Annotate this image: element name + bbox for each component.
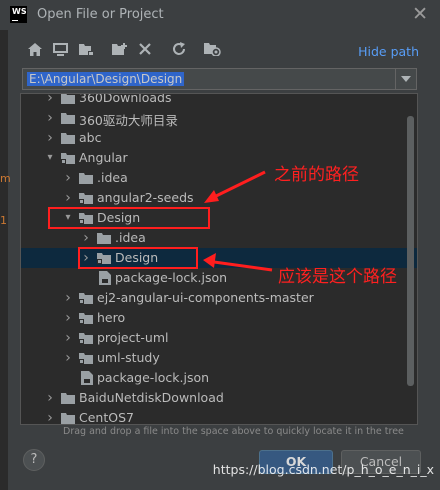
previous-path-highlight <box>48 207 210 229</box>
watermark: https://blog.csdn.net/p_h_o_e_n_i_x <box>212 462 434 477</box>
tree-row-label: 360Downloads <box>79 93 172 105</box>
project-folder-icon <box>79 333 93 344</box>
chevron-right-icon[interactable]: › <box>63 171 73 185</box>
folder-icon <box>61 133 75 144</box>
tree-row-label: angular2-seeds <box>97 190 194 205</box>
new-folder-icon[interactable] <box>111 40 129 58</box>
chevron-right-icon[interactable]: › <box>81 231 91 245</box>
folder-icon <box>61 94 75 104</box>
tree-row-label: uml-study <box>97 350 160 365</box>
chevron-right-icon[interactable]: › <box>45 94 55 105</box>
tree-row[interactable]: › .idea <box>21 228 417 248</box>
path-input[interactable]: E:\Angular\Design\Design <box>22 68 417 90</box>
chevron-right-icon[interactable]: › <box>45 131 55 145</box>
project-folder-icon <box>79 353 93 364</box>
tree-row-label: .idea <box>115 230 146 245</box>
webstorm-logo-icon: WS <box>10 6 27 23</box>
folder-icon <box>61 413 75 424</box>
toolbar: Hide path <box>0 36 440 64</box>
chevron-down-icon <box>401 76 411 82</box>
tree-row-label: ej2-angular-ui-components-master <box>97 290 314 305</box>
correct-path-annotation: 应该是这个路径 <box>278 267 397 287</box>
previous-path-annotation: 之前的路径 <box>274 165 359 185</box>
chevron-right-icon[interactable]: › <box>63 351 73 365</box>
tree-row[interactable]: package-lock.json <box>21 368 417 388</box>
chevron-right-icon[interactable]: › <box>63 291 73 305</box>
project-icon[interactable] <box>77 40 95 58</box>
tree-row-label: package-lock.json <box>97 370 210 385</box>
chevron-right-icon[interactable]: › <box>63 311 73 325</box>
tree-row-label: hero <box>97 310 126 325</box>
path-input-value: E:\Angular\Design\Design <box>27 72 185 86</box>
title-bar: WS Open File or Project ✕ <box>0 0 440 30</box>
tree-row[interactable]: › 360驱动大师目录 <box>21 108 417 128</box>
close-icon[interactable]: ✕ <box>412 3 428 25</box>
tree-row[interactable]: › project-uml <box>21 328 417 348</box>
show-hidden-icon[interactable] <box>203 40 221 58</box>
delete-icon[interactable] <box>136 40 154 58</box>
tree-row-label: BaiduNetdiskDownload <box>79 390 224 405</box>
tree-row[interactable]: › hero <box>21 308 417 328</box>
tree-row[interactable]: › CentOS7 <box>21 408 417 425</box>
project-folder-icon <box>79 193 93 204</box>
tree-row[interactable]: › uml-study <box>21 348 417 368</box>
editor-background-strip: m 1 <box>0 0 11 490</box>
tree-row-label: CentOS7 <box>79 410 134 425</box>
tree-row-label: 360驱动大师目录 <box>79 113 178 128</box>
folder-icon <box>61 393 75 404</box>
chevron-right-icon[interactable]: › <box>45 111 55 125</box>
correct-path-highlight <box>78 247 198 269</box>
tree-row[interactable]: › abc <box>21 128 417 148</box>
json-file-icon <box>81 371 93 385</box>
chevron-right-icon[interactable]: › <box>45 411 55 424</box>
home-icon[interactable] <box>26 40 44 58</box>
project-folder-icon <box>61 153 75 164</box>
tree-row[interactable]: › BaiduNetdiskDownload <box>21 388 417 408</box>
drag-drop-hint: Drag and drop a file into the space abov… <box>63 426 404 437</box>
tree-row[interactable]: › ej2-angular-ui-components-master <box>21 288 417 308</box>
tree-row[interactable]: › 360Downloads <box>21 93 417 108</box>
folder-icon <box>61 113 75 124</box>
tree-row-label: project-uml <box>97 330 169 345</box>
tree-row-label: Angular <box>79 150 128 165</box>
window-title: Open File or Project <box>37 7 164 22</box>
tree-row-label: package-lock.json <box>115 270 228 285</box>
chevron-right-icon[interactable]: › <box>45 391 55 405</box>
tree-row[interactable]: › angular2-seeds <box>21 188 417 208</box>
tree-row-label: abc <box>79 130 102 145</box>
folder-icon <box>79 173 93 184</box>
project-folder-icon <box>79 313 93 324</box>
path-history-dropdown[interactable] <box>395 69 416 89</box>
help-button[interactable]: ? <box>23 449 45 471</box>
refresh-icon[interactable] <box>170 40 188 58</box>
chevron-down-icon[interactable]: ▾ <box>45 151 55 165</box>
chevron-right-icon[interactable]: › <box>63 331 73 345</box>
tree-row-label: .idea <box>97 170 128 185</box>
folder-icon <box>97 233 111 244</box>
hide-path-link[interactable]: Hide path <box>358 44 419 59</box>
project-folder-icon <box>79 293 93 304</box>
tree-scrollbar[interactable] <box>407 116 414 386</box>
desktop-icon[interactable] <box>51 40 69 58</box>
chevron-right-icon[interactable]: › <box>63 191 73 205</box>
json-file-icon <box>99 271 111 285</box>
